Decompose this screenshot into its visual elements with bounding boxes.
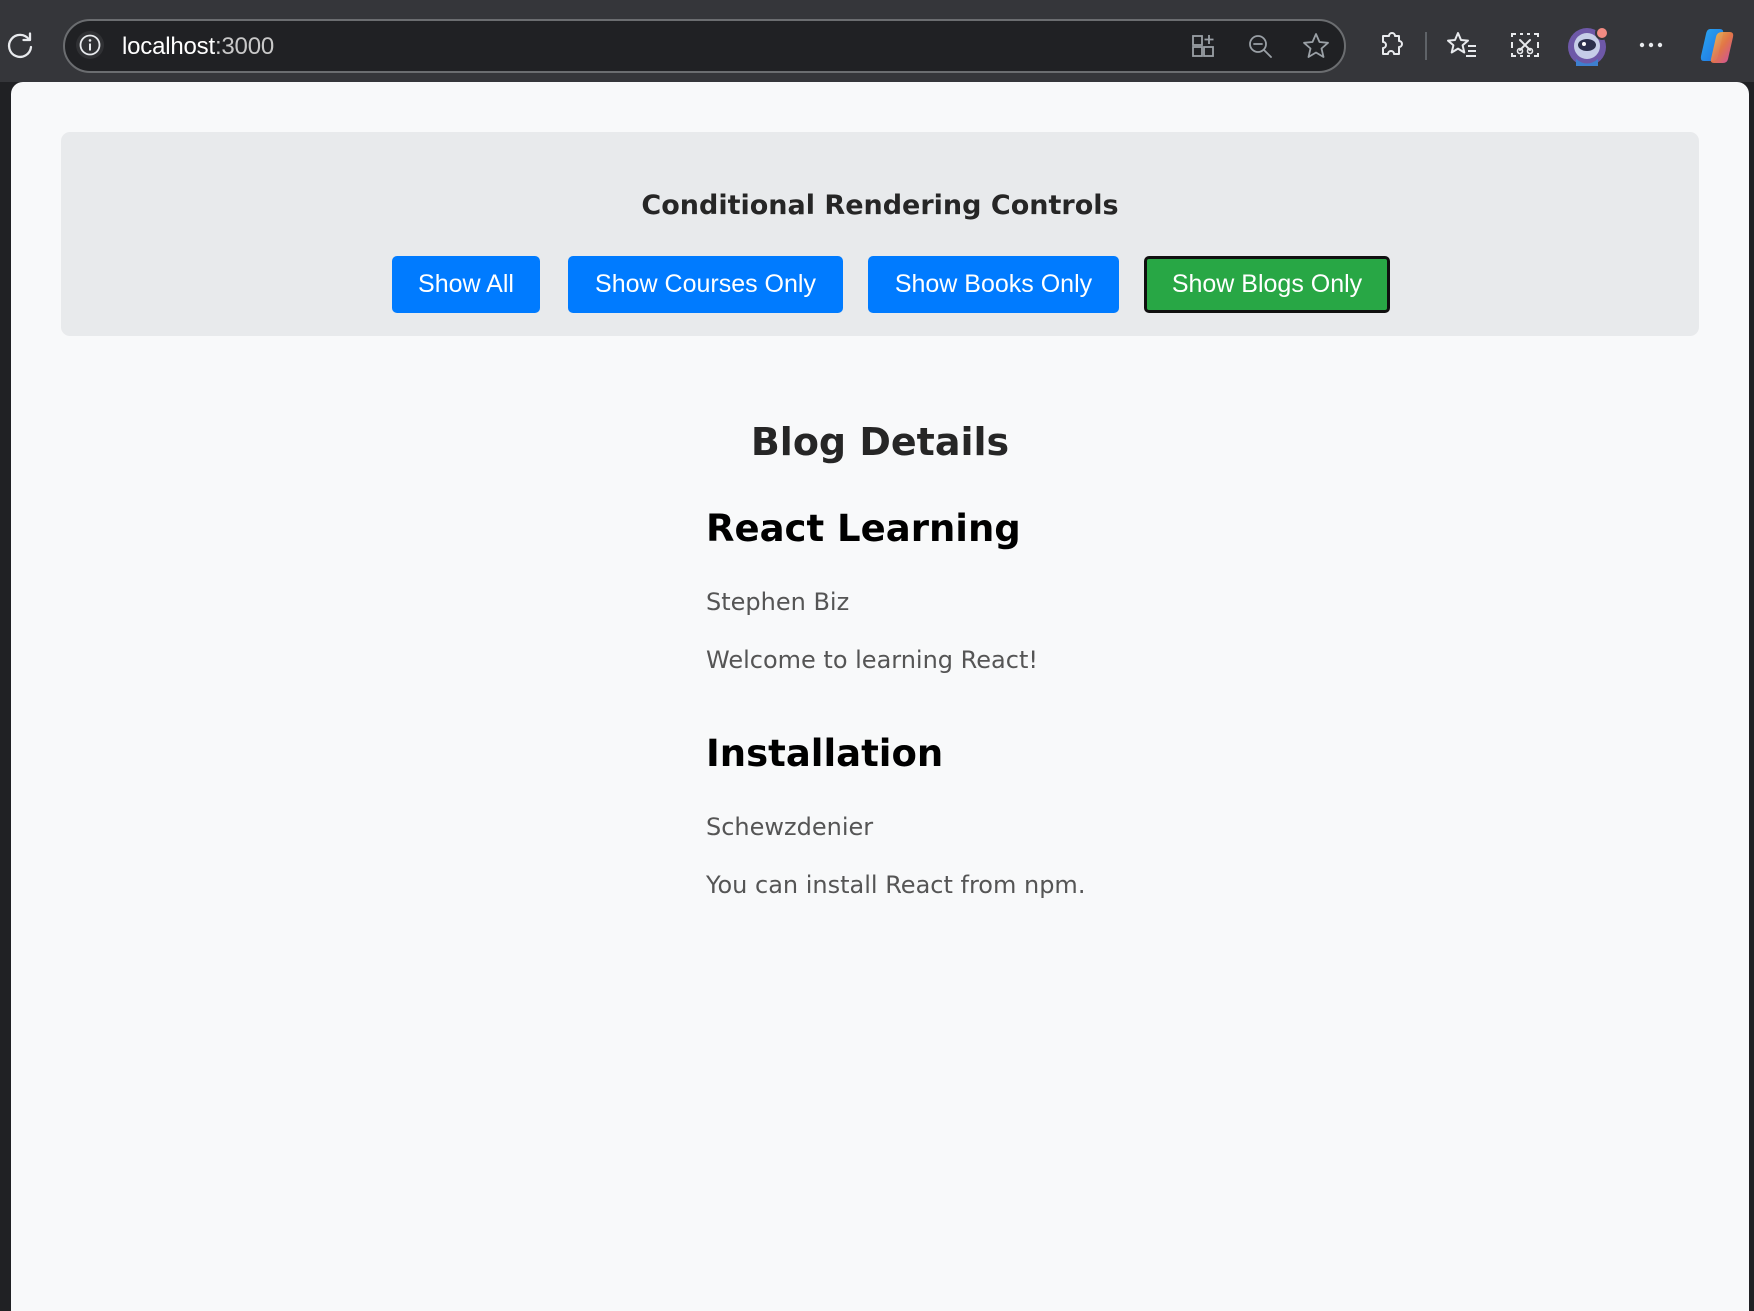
blog-item: React Learning Stephen Biz Welcome to le… bbox=[706, 507, 1038, 674]
controls-title: Conditional Rendering Controls bbox=[641, 190, 1119, 221]
url-text[interactable]: localhost:3000 bbox=[122, 33, 274, 61]
profile-avatar-icon[interactable] bbox=[1566, 24, 1610, 68]
blog-content: You can install React from npm. bbox=[706, 871, 1086, 899]
blog-title: React Learning bbox=[706, 507, 1021, 550]
browser-toolbar: localhost:3000 bbox=[0, 0, 1754, 82]
app-available-icon[interactable] bbox=[1189, 31, 1219, 61]
page-content: Conditional Rendering Controls Show All … bbox=[11, 82, 1749, 1311]
favorites-icon[interactable] bbox=[1445, 28, 1479, 62]
site-info-icon[interactable] bbox=[76, 31, 104, 59]
screenshot-icon[interactable] bbox=[1508, 28, 1542, 62]
zoom-out-icon[interactable] bbox=[1245, 31, 1275, 61]
blog-item: Installation Schewzdenier You can instal… bbox=[706, 732, 1085, 899]
blog-author: Schewzdenier bbox=[706, 813, 874, 841]
reload-icon[interactable] bbox=[4, 30, 36, 62]
url-host: localhost bbox=[122, 33, 215, 60]
show-all-button[interactable]: Show All bbox=[392, 256, 540, 313]
toolbar-divider bbox=[1425, 32, 1427, 60]
show-books-only-button[interactable]: Show Books Only bbox=[868, 256, 1119, 313]
section-title: Blog Details bbox=[750, 420, 1010, 464]
address-bar[interactable]: localhost:3000 bbox=[63, 19, 1346, 73]
url-port: :3000 bbox=[214, 33, 274, 60]
favorite-star-icon[interactable] bbox=[1301, 31, 1331, 61]
blog-author: Stephen Biz bbox=[706, 588, 850, 616]
extensions-icon[interactable] bbox=[1374, 28, 1408, 62]
blog-title: Installation bbox=[706, 732, 944, 775]
blog-content: Welcome to learning React! bbox=[706, 646, 1038, 674]
more-options-icon[interactable] bbox=[1634, 28, 1668, 62]
show-courses-only-button[interactable]: Show Courses Only bbox=[568, 256, 843, 313]
copilot-icon[interactable] bbox=[1696, 25, 1738, 67]
conditional-controls-panel: Conditional Rendering Controls Show All … bbox=[61, 132, 1699, 336]
show-blogs-only-button[interactable]: Show Blogs Only bbox=[1144, 256, 1390, 313]
